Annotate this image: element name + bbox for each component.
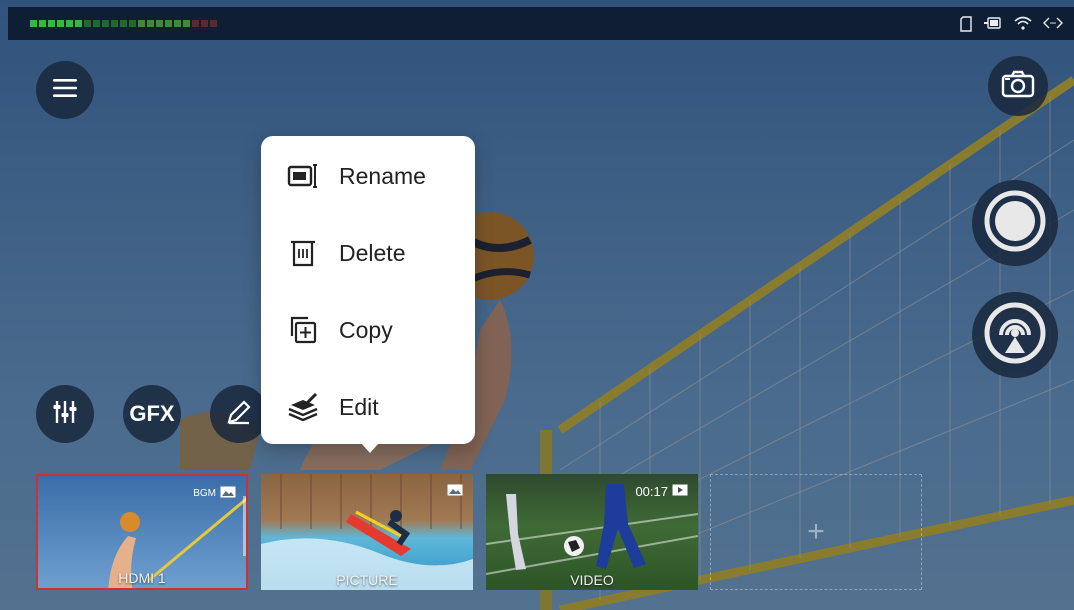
live-production-screen: GFX Rename Delete Copy Edit BGM HDMI 1 P… bbox=[0, 0, 1074, 610]
image-icon bbox=[220, 486, 236, 501]
copy-icon bbox=[285, 312, 321, 348]
rename-icon bbox=[285, 158, 321, 194]
menu-item-label: Delete bbox=[339, 239, 406, 266]
source-label: VIDEO bbox=[570, 572, 614, 588]
menu-item-label: Edit bbox=[339, 393, 379, 420]
menu-button[interactable] bbox=[36, 61, 94, 119]
sd-card-icon bbox=[960, 16, 974, 35]
menu-item-delete[interactable]: Delete bbox=[261, 223, 475, 283]
sliders-icon bbox=[51, 398, 79, 431]
video-duration-badge: 00:17 bbox=[635, 484, 688, 499]
battery-icon bbox=[984, 16, 1004, 35]
code-icon bbox=[1042, 16, 1064, 35]
audio-mixer-button[interactable] bbox=[36, 385, 94, 443]
status-bar bbox=[8, 7, 1074, 40]
source-label: PICTURE bbox=[336, 572, 398, 588]
camera-icon bbox=[1001, 70, 1035, 103]
add-source-button[interactable]: + bbox=[710, 474, 922, 590]
menu-item-copy[interactable]: Copy bbox=[261, 300, 475, 360]
menu-item-label: Copy bbox=[339, 316, 393, 343]
source-thumbnail-hdmi1[interactable]: BGM HDMI 1 bbox=[36, 474, 248, 590]
bgm-badge: BGM bbox=[193, 486, 236, 501]
record-icon bbox=[983, 189, 1047, 258]
context-menu: Rename Delete Copy Edit bbox=[261, 136, 475, 453]
broadcast-icon bbox=[983, 301, 1047, 370]
pencil-icon bbox=[225, 398, 253, 431]
source-thumbnail-video[interactable]: 00:17 VIDEO bbox=[486, 474, 698, 590]
trash-icon bbox=[285, 235, 321, 271]
play-icon bbox=[672, 484, 688, 499]
gfx-label: GFX bbox=[129, 401, 175, 426]
image-icon bbox=[447, 484, 463, 499]
wifi-icon bbox=[1014, 16, 1032, 35]
image-badge bbox=[447, 484, 463, 499]
bgm-label: BGM bbox=[193, 488, 216, 499]
menu-item-edit[interactable]: Edit bbox=[261, 377, 475, 437]
hamburger-icon bbox=[51, 77, 79, 104]
edit-layers-icon bbox=[285, 389, 321, 425]
gfx-button[interactable]: GFX bbox=[123, 385, 181, 443]
audio-level-meter bbox=[30, 20, 217, 27]
video-duration: 00:17 bbox=[635, 484, 668, 499]
record-button[interactable] bbox=[972, 180, 1058, 266]
menu-item-rename[interactable]: Rename bbox=[261, 146, 475, 206]
source-thumbnail-picture[interactable]: PICTURE bbox=[261, 474, 473, 590]
source-label: HDMI 1 bbox=[118, 570, 166, 586]
plus-icon: + bbox=[807, 515, 825, 548]
menu-item-label: Rename bbox=[339, 162, 426, 189]
livestream-button[interactable] bbox=[972, 292, 1058, 378]
draw-button[interactable] bbox=[210, 385, 268, 443]
snapshot-button[interactable] bbox=[988, 56, 1048, 116]
